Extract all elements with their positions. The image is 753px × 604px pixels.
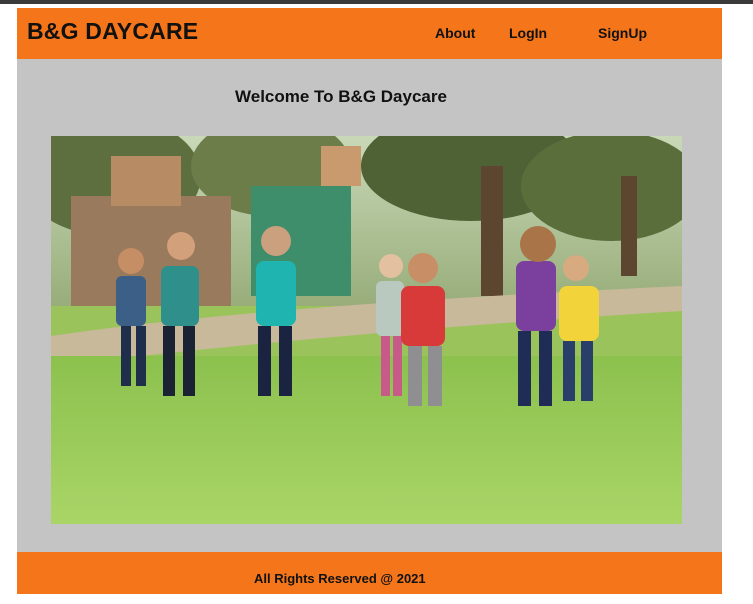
footer: All Rights Reserved @ 2021: [17, 552, 722, 594]
brand-logo[interactable]: B&G DAYCARE: [27, 18, 198, 45]
page-container: B&G DAYCARE About LogIn SignUp Welcome T…: [17, 8, 722, 594]
nav-link-signup[interactable]: SignUp: [598, 25, 647, 41]
top-border: [0, 0, 753, 4]
footer-copyright: All Rights Reserved @ 2021: [254, 571, 426, 586]
navbar: B&G DAYCARE About LogIn SignUp: [17, 8, 722, 59]
welcome-heading: Welcome To B&G Daycare: [235, 87, 447, 106]
nav-link-about[interactable]: About: [435, 25, 475, 41]
nav-link-login[interactable]: LogIn: [509, 25, 547, 41]
hero-image: [51, 136, 682, 524]
